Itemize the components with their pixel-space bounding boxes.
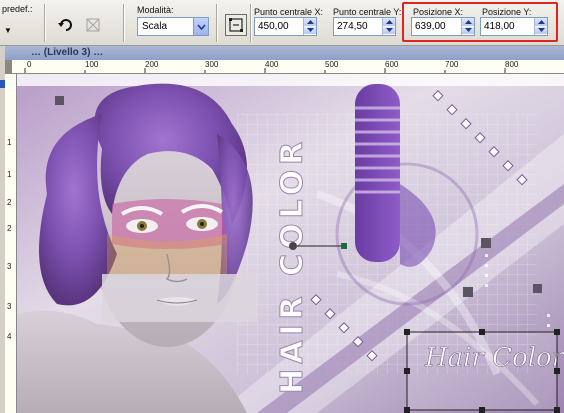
center-x-spinner[interactable] (303, 18, 316, 35)
ruler-tick-label: 400 (265, 60, 279, 69)
ruler-tick-label: 3 (7, 302, 12, 311)
ruler-tick-label: 1 (7, 138, 12, 147)
ruler-tick-label: 4 (7, 332, 12, 341)
ruler-tick-label: 200 (145, 60, 159, 69)
toolbar-separator (216, 4, 217, 42)
ruler-tick-label: 800 (505, 60, 519, 69)
spin-down-icon[interactable] (304, 26, 316, 35)
center-y-spinner[interactable] (382, 18, 395, 35)
toolbar-separator (250, 4, 251, 42)
ruler-tick-label: 0 (27, 60, 32, 69)
center-x-label: Punto centrale X: (254, 7, 324, 17)
ruler-tick-label: 300 (205, 60, 219, 69)
vertical-title-text: HAIR COLOR (275, 137, 310, 394)
node-icon (229, 18, 243, 32)
mode-select[interactable]: Scala (137, 17, 209, 36)
chevron-down-icon[interactable] (193, 18, 208, 35)
center-x-value: 450,00 (258, 21, 289, 32)
spin-up-icon[interactable] (304, 18, 316, 27)
center-y-field[interactable]: 274,50 (333, 17, 396, 36)
toolbar-separator (44, 4, 45, 42)
toolbar-separator (123, 4, 124, 42)
transform-icon (86, 18, 100, 32)
tool-options-toolbar: predef.: ▼ Modalità: Scala Punto central… (0, 0, 564, 46)
node-tool-button[interactable] (225, 14, 247, 36)
mode-select-value: Scala (142, 21, 168, 32)
ruler-tick-label: 2 (7, 198, 12, 207)
image-canvas[interactable]: HAIR COLOR Hair Color (17, 74, 564, 413)
center-x-field[interactable]: 450,00 (254, 17, 317, 36)
ruler-tick-label: 3 (7, 262, 12, 271)
spin-down-icon[interactable] (383, 26, 395, 35)
rotate-arrow-icon (58, 19, 72, 31)
ruler-tick-label: 500 (325, 60, 339, 69)
center-y-value: 274,50 (337, 21, 368, 32)
horizontal-ruler[interactable]: 0 100 200 300 400 500 600 700 800 (12, 60, 564, 74)
center-y-label: Punto centrale Y: (333, 7, 402, 17)
signature-text: Hair Color (424, 343, 564, 373)
ruler-tick-label: 700 (445, 60, 459, 69)
vertical-ruler[interactable]: 1 1 2 2 3 3 4 (5, 74, 17, 413)
preset-dropdown-arrow-icon[interactable]: ▼ (4, 26, 12, 35)
spin-up-icon[interactable] (383, 18, 395, 27)
ruler-tick-label: 100 (85, 60, 99, 69)
document-titlebar[interactable]: … (Livello 3) … (5, 46, 564, 60)
ruler-tick-label: 1 (7, 170, 12, 179)
mode-label: Modalità: (137, 5, 174, 15)
artwork: HAIR COLOR Hair Color (17, 74, 564, 413)
ruler-tick-label: 600 (385, 60, 399, 69)
document-title: … (Livello 3) … (31, 47, 104, 58)
preset-label: predef.: (2, 4, 33, 14)
ruler-tick-label: 2 (7, 224, 12, 233)
reset-rotate-button[interactable] (55, 14, 77, 36)
position-highlight-annotation (402, 2, 558, 42)
free-transform-button[interactable] (82, 14, 104, 36)
